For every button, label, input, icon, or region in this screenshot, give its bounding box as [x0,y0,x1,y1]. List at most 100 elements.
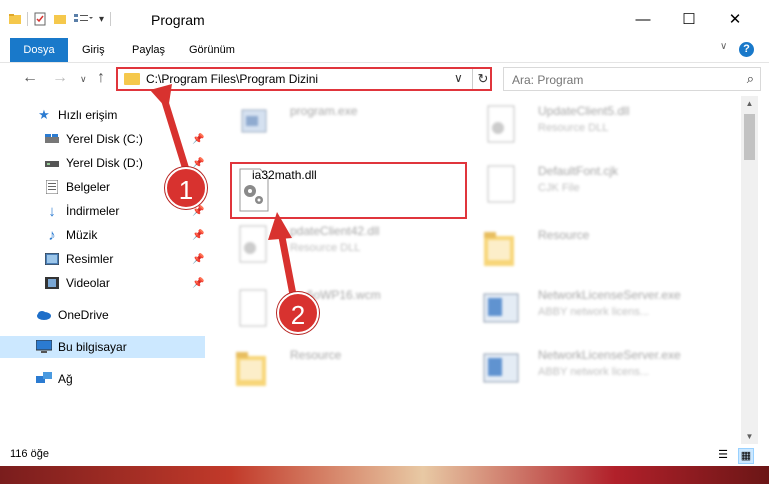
cloud-icon [36,307,52,323]
forward-arrow-icon[interactable]: → [52,69,68,87]
search-box[interactable]: ⌕ [503,67,761,92]
file-name: pdateClient42.dll [290,224,380,238]
customize-toolbar-icon[interactable]: ▾ [99,14,104,25]
sidebar-item-label: Ağ [58,372,73,386]
file-name: DefaultFont.cjk [538,164,619,178]
video-icon [44,275,60,291]
file-type: ABBY network licens... [538,306,650,318]
search-input[interactable] [504,68,744,92]
list-item[interactable]: 1...6oWP16.wcm ile [232,282,472,338]
sidebar-item-label: Yerel Disk (D:) [66,156,143,170]
back-arrow-icon[interactable]: ← [22,69,38,87]
sidebar-item-this-pc[interactable]: Bu bilgisayar [0,336,205,358]
address-bar[interactable]: C:\Program Files\Program Dizini ∨ ↻ [116,67,492,91]
folder-icon [236,352,266,386]
item-count: 116 öğe [10,448,49,460]
list-item[interactable]: Resource [232,342,472,398]
list-item[interactable]: DefaultFont.cjk CJK File [480,158,720,214]
sidebar-item-label: İndirmeler [66,204,120,218]
list-item[interactable]: NetworkLicenseServer.exe ABBY network li… [480,282,720,338]
navigation-pane: ★ Hızlı erişim Yerel Disk (C:) 📌 Yerel D… [0,96,210,444]
pin-icon[interactable]: 📌 [192,134,204,145]
large-icons-view-icon[interactable]: ▦ [738,448,754,464]
pictures-icon [44,251,60,267]
scroll-up-icon[interactable]: ▲ [741,99,758,108]
tab-file[interactable]: Dosya [10,38,68,62]
sidebar-item-music[interactable]: ♪ Müzik 📌 [0,224,205,246]
file-type: ABBY network licens... [538,366,650,378]
explorer-window: ▾ Program — ☐ ✕ Dosya Giriş Paylaş Görün… [0,0,769,484]
list-item[interactable]: NetworkLicenseServer.exe ABBY network li… [480,342,720,398]
file-name: Resource [290,348,342,362]
ribbon-tabs: Dosya Giriş Paylaş Görünüm ∨ [0,38,769,62]
details-view-icon[interactable]: ☰ [716,448,730,462]
file-name: NetworkLicenseServer.exe [538,288,681,302]
computer-icon [36,339,52,355]
navigation-bar: ← → ∨ ↑ C:\Program Files\Program Dizini … [0,62,769,97]
music-icon: ♪ [48,226,56,244]
sidebar-item-disk-c[interactable]: Yerel Disk (C:) 📌 [0,128,205,150]
sidebar-item-label: Müzik [66,228,98,242]
download-icon: ↓ [48,202,56,220]
sidebar-item-label: Hızlı erişim [58,108,118,122]
drive-icon [44,131,60,147]
close-button[interactable]: ✕ [712,0,758,38]
quick-access-toolbar: ▾ [8,10,117,28]
window-title: Program [151,12,205,28]
pin-icon[interactable]: 📌 [192,230,204,241]
list-item[interactable]: Resource [480,222,720,278]
drive-icon [44,155,60,171]
scroll-thumb[interactable] [744,114,755,160]
list-item[interactable]: program.exe [232,98,472,154]
up-arrow-icon[interactable]: ↑ [97,69,105,87]
address-dropdown-icon[interactable]: ∨ [454,71,463,85]
exe-file-icon [241,109,267,133]
sidebar-item-network[interactable]: Ağ [0,368,205,390]
documents-icon [44,179,60,195]
file-name: program.exe [290,104,358,118]
file-type: Resource DLL [290,242,361,254]
target-file-highlight[interactable]: ia32math.dll [230,162,467,219]
tab-view[interactable]: Görünüm [189,38,235,62]
sidebar-item-pictures[interactable]: Resimler 📌 [0,248,205,270]
dll-file-icon [487,105,515,143]
maximize-button[interactable]: ☐ [666,0,712,38]
recent-locations-icon[interactable]: ∨ [80,74,87,85]
folder-icon [124,73,140,85]
file-name: Resource [538,228,590,242]
refresh-icon[interactable]: ↻ [472,69,493,89]
search-icon[interactable]: ⌕ [747,71,754,87]
desktop-background [0,466,769,484]
sidebar-item-label: OneDrive [58,308,109,322]
exe-file-icon [483,353,519,383]
help-button[interactable]: ? [739,42,754,57]
view-options-icon[interactable] [73,12,93,26]
pin-icon[interactable]: 📌 [192,278,204,289]
address-path: C:\Program Files\Program Dizini [146,72,319,86]
step-badge-1: 1 [165,167,207,209]
scroll-down-icon[interactable]: ▼ [741,432,758,441]
file-type: Resource DLL [538,122,609,134]
pin-icon[interactable]: 📌 [192,254,204,265]
sidebar-item-videos[interactable]: Videolar 📌 [0,272,205,294]
file-icon [487,165,515,203]
sidebar-item-label: Bu bilgisayar [58,340,127,354]
exe-file-icon [483,293,519,323]
new-folder-icon[interactable] [53,12,67,26]
vertical-scrollbar[interactable]: ▲ ▼ [741,96,758,444]
pin-icon[interactable]: 📌 [192,158,204,169]
network-icon [36,371,52,387]
minimize-button[interactable]: — [620,0,666,38]
tab-share[interactable]: Paylaş [132,38,165,62]
folder-icon [9,14,21,24]
sidebar-item-label: Resimler [66,252,114,266]
tab-home[interactable]: Giriş [82,38,105,62]
sidebar-item-quick-access[interactable]: ★ Hızlı erişim [0,104,205,126]
properties-icon[interactable] [33,12,47,26]
file-name: NetworkLicenseServer.exe [538,348,681,362]
list-item[interactable]: pdateClient42.dll Resource DLL [232,218,472,274]
list-item[interactable]: UpdateClient5.dll Resource DLL [480,98,720,154]
sidebar-item-onedrive[interactable]: OneDrive [0,304,205,326]
sidebar-item-label: Videolar [66,276,110,290]
expand-ribbon-icon[interactable]: ∨ [720,41,727,52]
